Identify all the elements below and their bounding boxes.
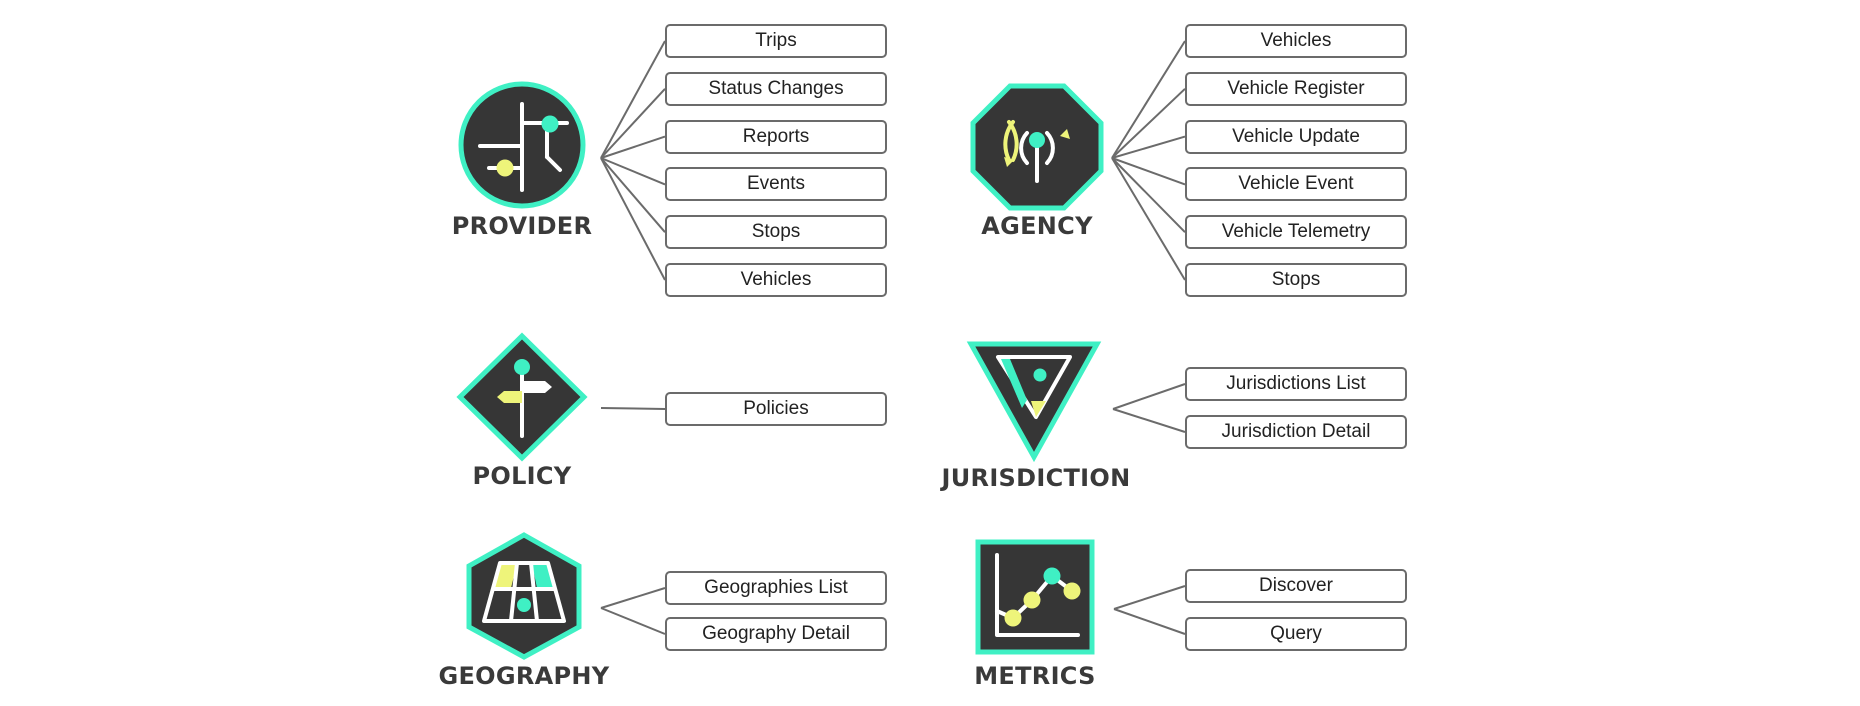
endpoint-label: Trips	[755, 30, 797, 51]
agency-category-label: AGENCY	[981, 212, 1093, 240]
provider-endpoint-events[interactable]: Events	[665, 167, 887, 202]
metrics-endpoint-discover[interactable]: Discover	[1185, 569, 1407, 603]
geography-category-label: GEOGRAPHY	[438, 662, 610, 690]
metrics-connector	[1113, 608, 1186, 635]
agency-endpoint-vehicle-update[interactable]: Vehicle Update	[1185, 119, 1407, 154]
endpoint-label: Geographies List	[704, 577, 848, 598]
jurisdiction-connector	[1112, 408, 1186, 433]
provider-endpoint-status-changes[interactable]: Status Changes	[665, 71, 887, 106]
provider-network-icon	[458, 81, 586, 209]
policy-endpoint-policies[interactable]: Policies	[665, 392, 887, 426]
agency-endpoint-stops[interactable]: Stops	[1185, 263, 1407, 297]
endpoint-label: Reports	[742, 125, 810, 147]
jurisdiction-triangle-icon	[966, 341, 1102, 463]
geography-endpoint-geography-detail[interactable]: Geography Detail	[665, 617, 887, 651]
endpoint-label: Discover	[1259, 575, 1333, 596]
endpoint-label: Policies	[743, 398, 809, 419]
endpoint-label: Vehicles	[1260, 30, 1332, 51]
policy-category-label: POLICY	[472, 462, 572, 490]
endpoint-label: Jurisdiction Detail	[1221, 421, 1371, 442]
geography-connector	[600, 587, 666, 609]
endpoint-label: Vehicle Event	[1238, 173, 1354, 195]
agency-endpoint-vehicle-event[interactable]: Vehicle Event	[1185, 167, 1407, 202]
endpoint-label: Geography Detail	[702, 623, 850, 644]
agency-endpoint-vehicles[interactable]: Vehicles	[1185, 24, 1407, 58]
endpoint-label: Vehicles	[740, 269, 812, 290]
provider-connector	[600, 157, 666, 186]
geography-connector	[600, 607, 666, 635]
jurisdiction-category-label: JURISDICTION	[941, 464, 1131, 492]
metrics-endpoint-query[interactable]: Query	[1185, 617, 1407, 651]
policy-connector	[600, 407, 666, 410]
endpoint-label: Query	[1270, 623, 1322, 644]
agency-endpoint-vehicle-register[interactable]: Vehicle Register	[1185, 71, 1407, 106]
metrics-chart-icon	[975, 539, 1095, 655]
geography-map-icon	[466, 532, 582, 660]
endpoint-label: Vehicle Telemetry	[1221, 221, 1371, 243]
agency-connector	[1111, 157, 1186, 186]
provider-endpoint-reports[interactable]: Reports	[665, 119, 887, 154]
endpoint-label: Stops	[1271, 269, 1321, 290]
jurisdiction-endpoint-jurisdiction-detail[interactable]: Jurisdiction Detail	[1185, 415, 1407, 449]
provider-category-label: PROVIDER	[451, 212, 593, 240]
metrics-category-label: METRICS	[974, 662, 1096, 690]
endpoint-label: Jurisdictions List	[1226, 373, 1366, 394]
jurisdiction-connector	[1112, 383, 1186, 410]
geography-endpoint-geographies-list[interactable]: Geographies List	[665, 571, 887, 605]
jurisdiction-endpoint-jurisdictions-list[interactable]: Jurisdictions List	[1185, 367, 1407, 401]
provider-endpoint-vehicles[interactable]: Vehicles	[665, 263, 887, 297]
endpoint-label: Status Changes	[708, 77, 844, 99]
endpoint-label: Events	[746, 173, 806, 195]
diagram-canvas	[456, 40, 1186, 660]
agency-antenna-icon	[970, 83, 1104, 211]
agency-endpoint-vehicle-telemetry[interactable]: Vehicle Telemetry	[1185, 215, 1407, 250]
provider-endpoint-trips[interactable]: Trips	[665, 24, 887, 58]
endpoint-label: Stops	[751, 221, 801, 243]
endpoint-label: Vehicle Register	[1227, 77, 1365, 99]
policy-signpost-icon	[456, 332, 588, 462]
metrics-connector	[1113, 585, 1186, 610]
provider-endpoint-stops[interactable]: Stops	[665, 215, 887, 250]
endpoint-label: Vehicle Update	[1232, 125, 1360, 147]
